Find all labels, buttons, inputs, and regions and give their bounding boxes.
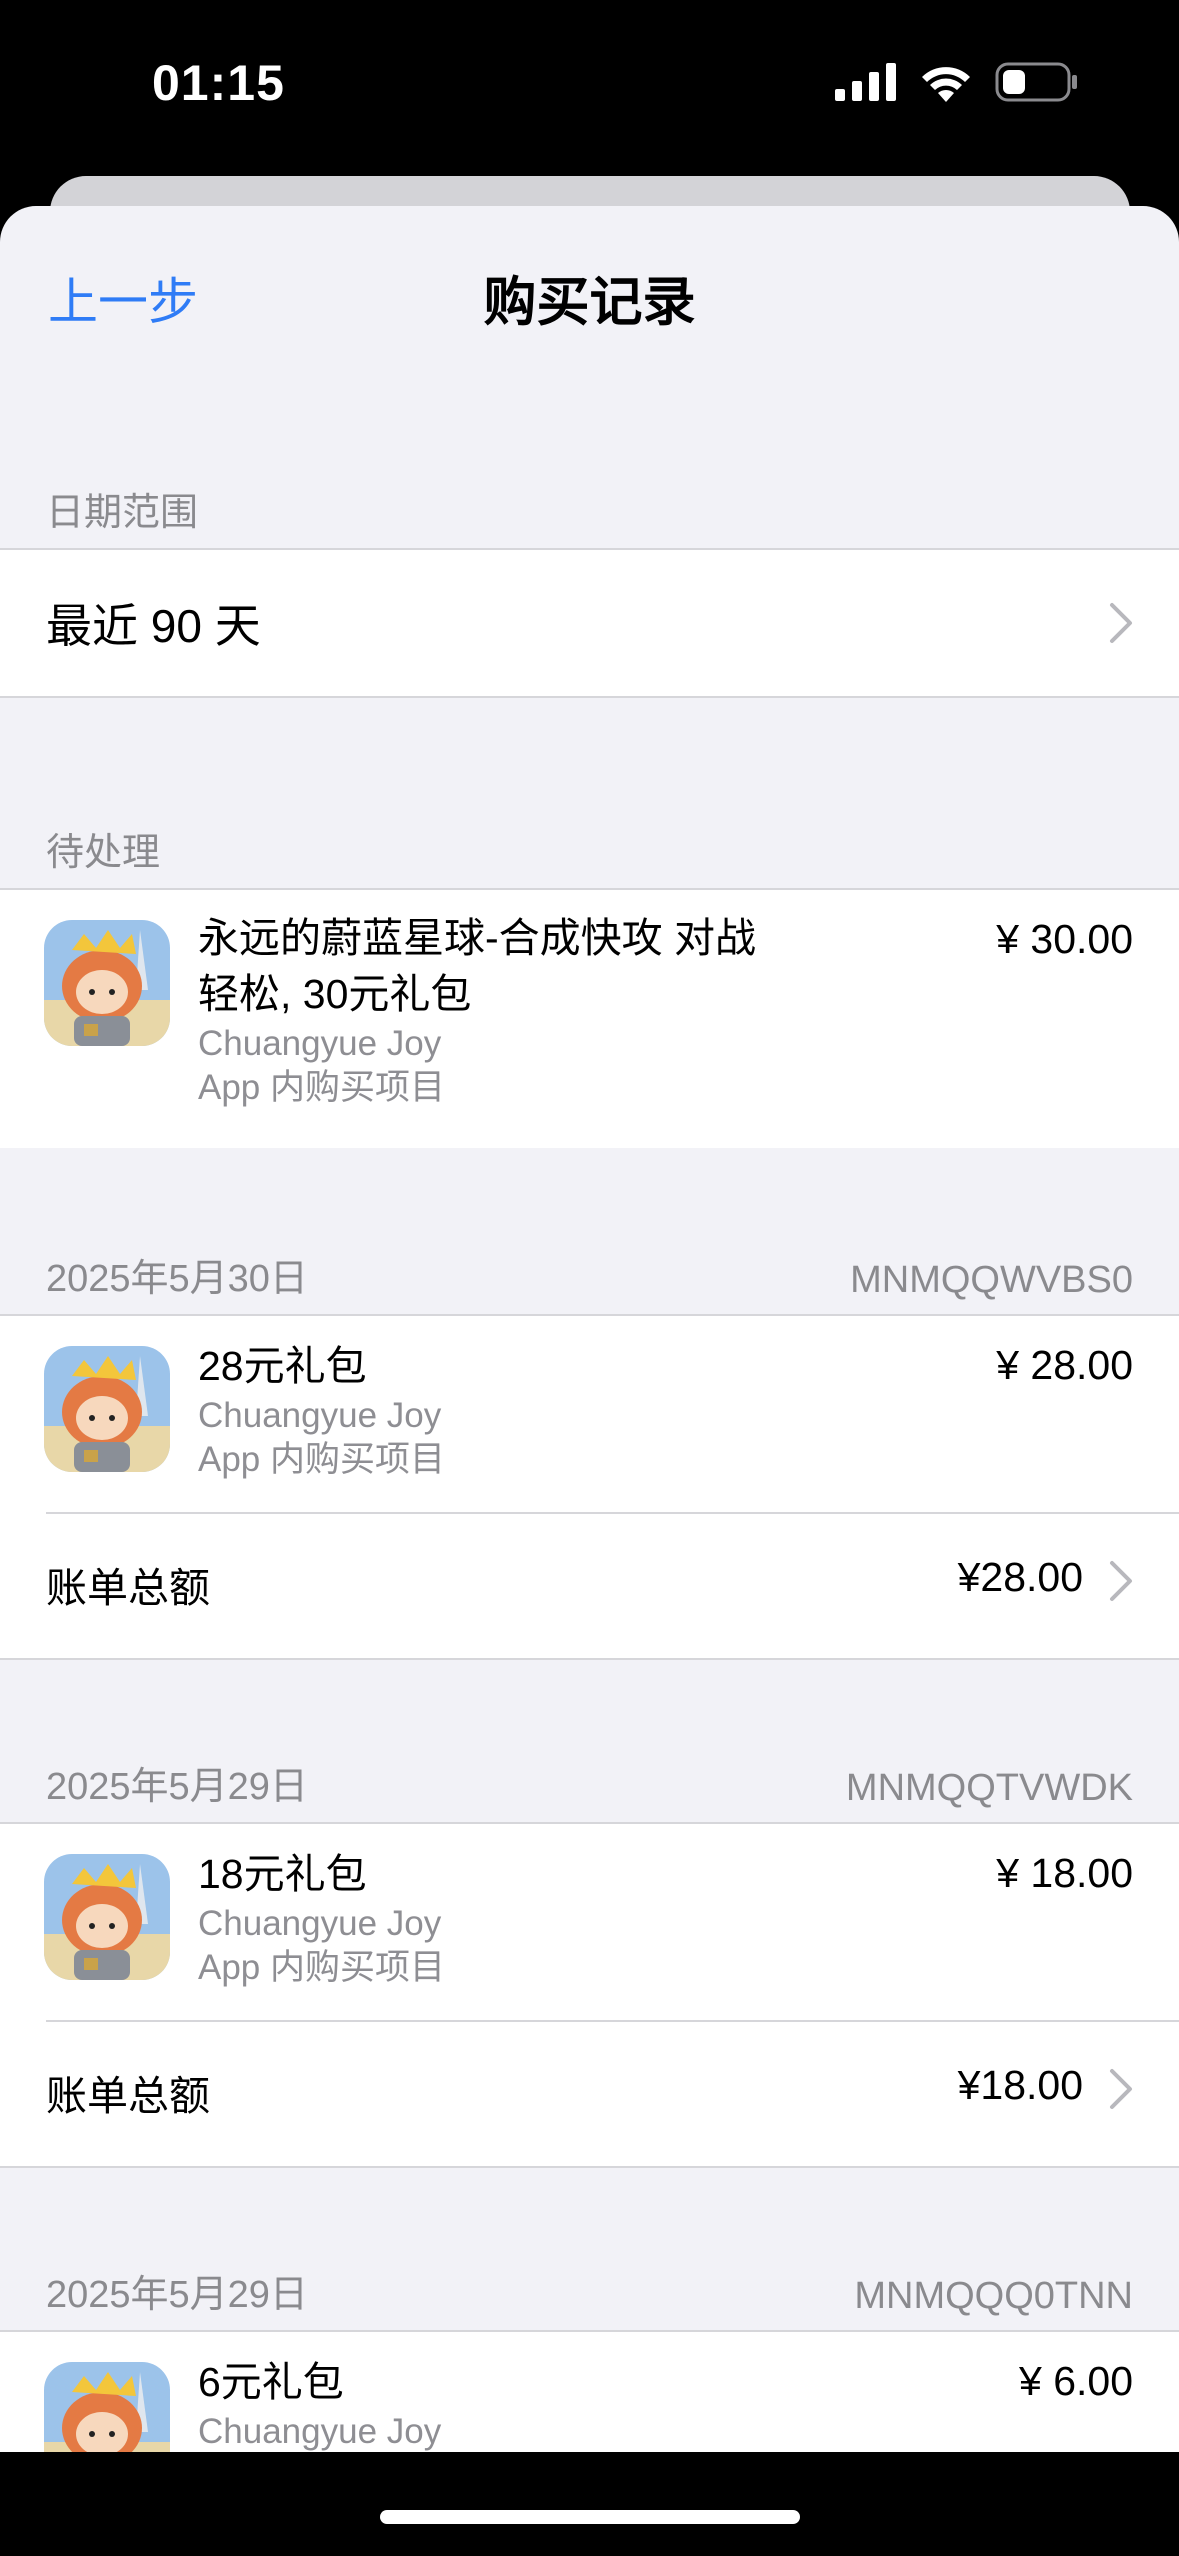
item-title: 28元礼包: [198, 1343, 367, 1389]
date-range-group: 最近 90 天: [0, 548, 1179, 698]
pending-group: 永远的蔚蓝星球-合成快攻 对战 轻松, 30元礼包 Chuangyue Joy …: [0, 888, 1179, 1148]
date-range-row[interactable]: 最近 90 天: [0, 550, 1179, 696]
bill-total-value: ¥28.00: [957, 1554, 1083, 1600]
date-range-value: 最近 90 天: [46, 600, 261, 652]
item-title-line2: 轻松, 30元礼包: [198, 971, 472, 1017]
order-header: 2025年5月29日 MNMQQQ0TNN: [0, 2264, 1179, 2324]
item-title: 18元礼包: [198, 1851, 367, 1897]
purchase-item[interactable]: 18元礼包 Chuangyue Joy App 内购买项目 ¥ 18.00: [0, 1824, 1179, 2020]
item-price: ¥ 18.00: [996, 1850, 1133, 1896]
item-text: 28元礼包 Chuangyue Joy App 内购买项目: [198, 1338, 859, 1482]
order-header: 2025年5月29日 MNMQQTVWDK: [0, 1756, 1179, 1816]
order-group: 6元礼包 Chuangyue Joy ¥ 6.00: [0, 2330, 1179, 2456]
bill-total-value: ¥18.00: [957, 2062, 1083, 2108]
bottom-bar: [0, 2452, 1179, 2556]
item-developer: Chuangyue Joy: [198, 1904, 442, 1943]
battery-icon: [995, 62, 1077, 102]
status-bar: 01:15: [0, 0, 1179, 175]
item-text: 6元礼包 Chuangyue Joy: [198, 2354, 859, 2454]
page-title: 购买记录: [483, 273, 696, 332]
pending-header-label: 待处理: [46, 832, 161, 874]
item-type: App 内购买项目: [198, 1068, 445, 1107]
item-price: ¥ 6.00: [1019, 2358, 1133, 2404]
chevron-right-icon: [1110, 1561, 1132, 1601]
chevron-right-icon: [1110, 2069, 1132, 2109]
item-developer: Chuangyue Joy: [198, 2412, 442, 2451]
order-group: 28元礼包 Chuangyue Joy App 内购买项目 ¥ 28.00 账单…: [0, 1314, 1179, 1660]
item-title-line1: 永远的蔚蓝星球-合成快攻 对战: [198, 915, 757, 961]
app-icon: [44, 1346, 170, 1472]
status-time: 01:15: [152, 55, 285, 111]
order-date: 2025年5月29日: [46, 2274, 308, 2316]
item-developer: Chuangyue Joy: [198, 1396, 442, 1435]
purchase-history-sheet: 上一步 购买记录 日期范围 最近 90 天 待处理 永远的蔚蓝星球-合成快攻 对…: [0, 206, 1179, 2456]
item-price: ¥ 28.00: [996, 1342, 1133, 1388]
order-date: 2025年5月29日: [46, 1766, 308, 1808]
item-title: 6元礼包: [198, 2359, 344, 2405]
pending-header: 待处理: [0, 822, 1179, 882]
app-icon: [44, 2362, 170, 2456]
item-price: ¥ 30.00: [996, 916, 1133, 962]
date-range-header: 日期范围: [0, 482, 1179, 542]
bill-total-label: 账单总额: [46, 2073, 210, 2119]
purchase-item[interactable]: 28元礼包 Chuangyue Joy App 内购买项目 ¥ 28.00: [0, 1316, 1179, 1512]
order-id: MNMQQTVWDK: [845, 1767, 1133, 1809]
navigation-bar: 上一步 购买记录: [0, 206, 1179, 376]
order-id: MNMQQWVBS0: [850, 1259, 1133, 1301]
cellular-signal-icon: [835, 63, 896, 101]
purchase-item[interactable]: 6元礼包 Chuangyue Joy ¥ 6.00: [0, 2332, 1179, 2456]
home-indicator[interactable]: [380, 2510, 800, 2524]
app-icon: [44, 920, 170, 1046]
app-icon: [44, 1854, 170, 1980]
bill-total-row[interactable]: 账单总额 ¥28.00: [0, 1514, 1179, 1648]
item-developer: Chuangyue Joy: [198, 1024, 442, 1063]
order-group: 18元礼包 Chuangyue Joy App 内购买项目 ¥ 18.00 账单…: [0, 1822, 1179, 2168]
bill-total-label: 账单总额: [46, 1565, 210, 1611]
order-header: 2025年5月30日 MNMQQWVBS0: [0, 1248, 1179, 1308]
date-range-header-label: 日期范围: [46, 492, 199, 534]
item-type: App 内购买项目: [198, 1948, 445, 1987]
status-icons: [835, 62, 1079, 102]
order-id: MNMQQQ0TNN: [854, 2275, 1133, 2317]
item-text: 永远的蔚蓝星球-合成快攻 对战 轻松, 30元礼包 Chuangyue Joy …: [198, 910, 859, 1110]
item-text: 18元礼包 Chuangyue Joy App 内购买项目: [198, 1846, 859, 1990]
item-type: App 内购买项目: [198, 1440, 445, 1479]
bill-total-row[interactable]: 账单总额 ¥18.00: [0, 2022, 1179, 2156]
order-date: 2025年5月30日: [46, 1258, 308, 1300]
chevron-right-icon: [1110, 603, 1132, 643]
wifi-icon: [922, 67, 970, 102]
